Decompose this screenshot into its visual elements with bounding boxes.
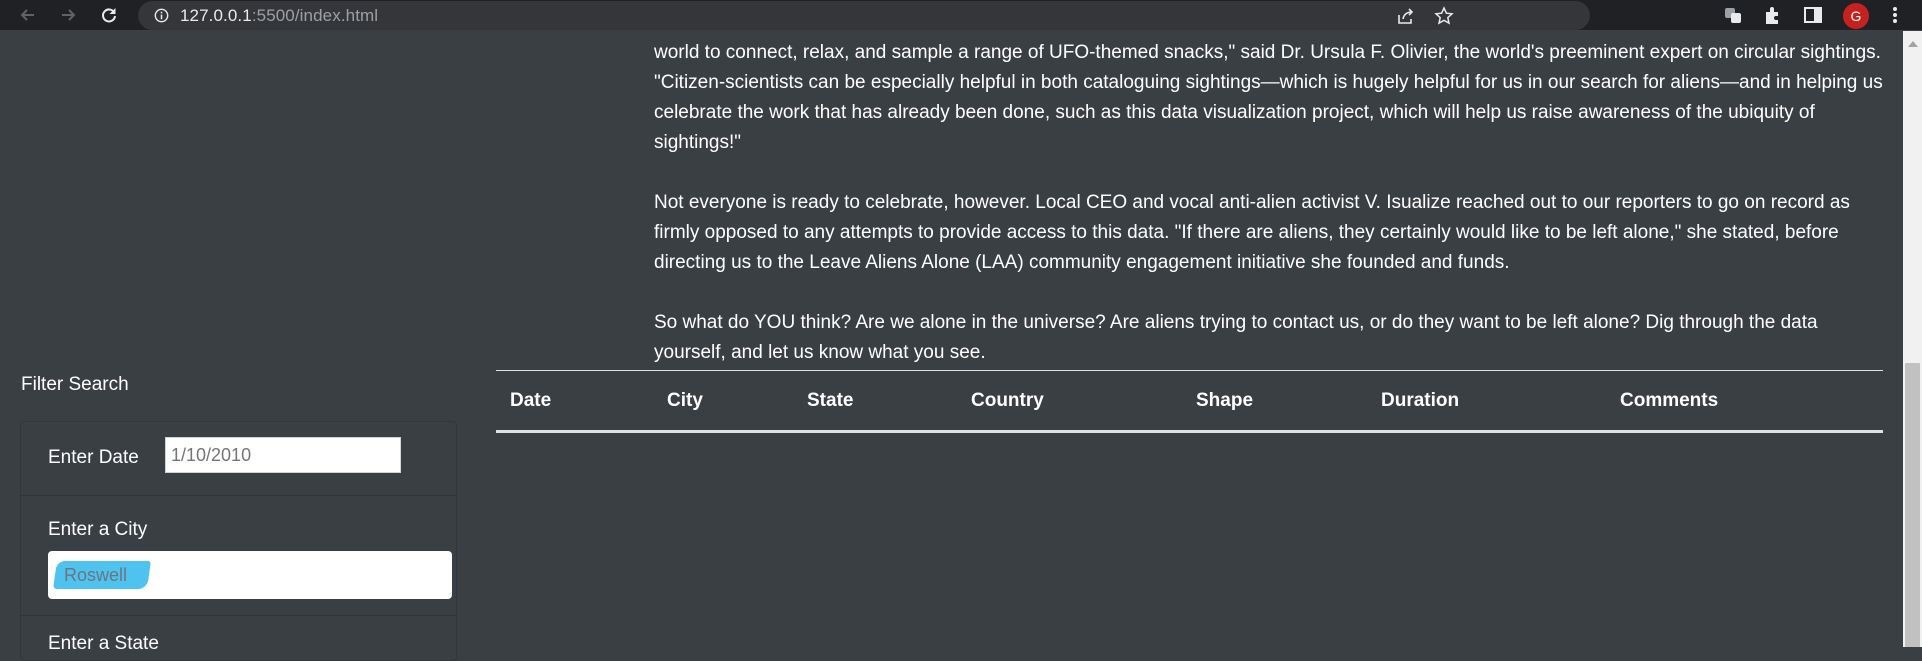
forward-arrow-icon[interactable] [56, 3, 80, 27]
scroll-up-arrow-icon[interactable] [1908, 41, 1918, 47]
profile-avatar[interactable]: G [1843, 3, 1869, 29]
column-header-country: Country [971, 390, 1044, 411]
url-path: :5500/index.html [251, 6, 379, 25]
column-header-duration: Duration [1381, 390, 1460, 411]
date-filter-row: Enter Date [21, 422, 456, 496]
city-input-placeholder: Roswell [64, 565, 128, 585]
ufo-table-header: Date City State Country Shape Duration C… [496, 371, 1883, 431]
state-filter-label: Enter a State [48, 633, 159, 654]
filter-title: Filter Search [21, 374, 129, 395]
date-filter-label: Enter Date [48, 447, 139, 468]
column-header-comments: Comments [1620, 390, 1719, 411]
extension-icon[interactable] [1722, 4, 1744, 26]
reload-icon[interactable] [97, 3, 121, 27]
url-host: 127.0.0.1 [180, 6, 252, 25]
article-paragraph: So what do YOU think? Are we alone in th… [654, 312, 1818, 363]
site-info-icon[interactable] [154, 8, 169, 23]
city-filter-label: Enter a City [48, 519, 148, 540]
column-header-shape: Shape [1196, 390, 1254, 411]
column-header-city: City [667, 390, 703, 411]
back-arrow-icon[interactable] [16, 3, 40, 27]
browser-toolbar: 127.0.0.1:5500/index.html G [0, 0, 1922, 31]
column-header-state: State [807, 390, 854, 411]
date-input[interactable] [165, 437, 401, 473]
table-header-border [496, 430, 1883, 433]
article-paragraph: world to connect, relax, and sample a ra… [654, 42, 1883, 153]
city-input[interactable]: Roswell [48, 551, 452, 599]
filter-panel: Enter Date Enter a City Roswell Enter a … [20, 421, 457, 661]
share-icon[interactable] [1396, 6, 1416, 26]
menu-kebab-icon[interactable] [1884, 4, 1906, 26]
scrollbar-thumb[interactable] [1905, 363, 1920, 647]
url-text[interactable]: 127.0.0.1:5500/index.html [180, 6, 378, 26]
bookmark-star-icon[interactable] [1434, 6, 1454, 26]
address-bar[interactable]: 127.0.0.1:5500/index.html [138, 1, 1590, 30]
column-header-date: Date [510, 390, 552, 411]
article-paragraph: Not everyone is ready to celebrate, howe… [654, 192, 1850, 273]
article-body: world to connect, relax, and sample a ra… [654, 38, 1884, 398]
side-panel-icon[interactable] [1802, 4, 1824, 26]
puzzle-extensions-icon[interactable] [1762, 4, 1784, 26]
